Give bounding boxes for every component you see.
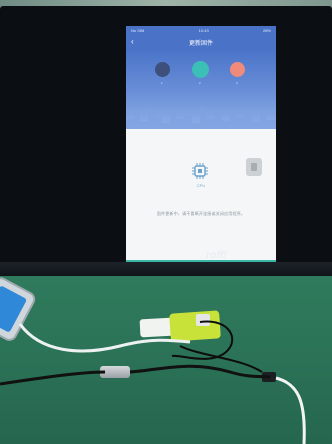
photo-scene: No SIM 10:43 28% ‹ 更新固件 1 2 3 CPU 固件更新中，… <box>0 0 332 444</box>
cables-icon <box>0 320 306 444</box>
